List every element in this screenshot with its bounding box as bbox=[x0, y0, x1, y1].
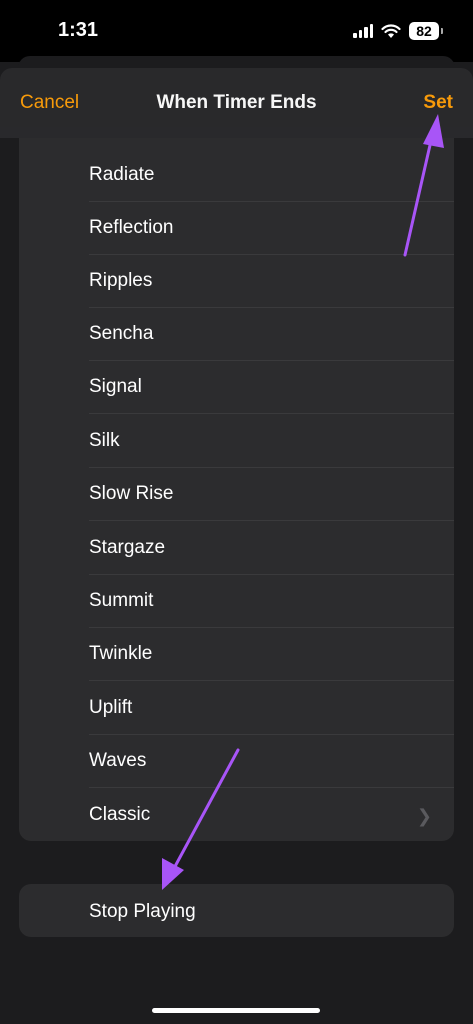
home-indicator[interactable] bbox=[152, 1008, 320, 1013]
annotation-arrows bbox=[162, 114, 444, 890]
annotation-arrow-stop bbox=[162, 748, 240, 890]
annotation-arrow-set bbox=[403, 114, 444, 257]
